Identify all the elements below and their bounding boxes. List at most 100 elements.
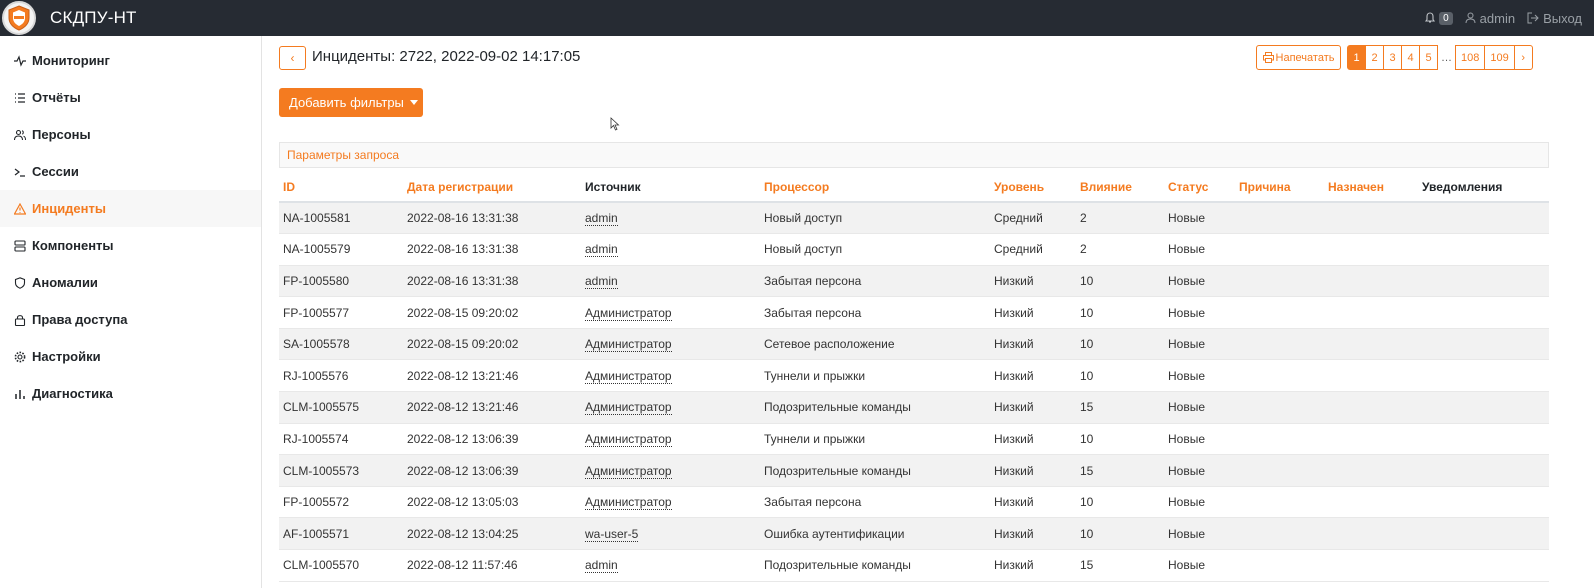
sidebar-item-diagnostics[interactable]: Диагностика [0,375,261,412]
cell-processor: Подозрительные команды [760,454,990,487]
source-link[interactable]: Администратор [585,495,672,511]
column-header-level[interactable]: Уровень [990,173,1076,203]
column-header-impact[interactable]: Влияние [1076,173,1164,203]
source-link[interactable]: admin [585,211,618,227]
next-page-button[interactable]: › [1513,45,1533,70]
cell-status: Новые [1164,391,1235,424]
column-header-assigned[interactable]: Назначен [1324,173,1418,203]
notifications-button[interactable]: 0 [1424,11,1453,25]
cell-source: admin [581,202,760,235]
cell-notifications [1418,202,1549,235]
sidebar-item-persons[interactable]: Персоны [0,116,261,153]
source-link[interactable]: wa-user-5 [585,526,639,542]
column-header-id[interactable]: ID [279,173,403,203]
app-logo[interactable] [2,1,36,35]
sidebar-item-settings[interactable]: Настройки [0,338,261,375]
cell-id: CLM-1005570 [279,549,403,582]
sidebar-item-anomalies[interactable]: Аномалии [0,264,261,301]
cell-level: Низкий [990,486,1076,519]
cell-assigned [1324,202,1418,235]
logout-button[interactable]: Выход [1527,11,1582,26]
cell-reason [1235,202,1324,235]
cell-assigned [1324,423,1418,456]
table-row[interactable]: FP-1005577 2022-08-15 09:20:02 Администрат… [279,296,1549,329]
top-bar: СКДПУ-НТ 0 admin Выход [0,0,1594,36]
page-108-button[interactable]: 108 [1455,45,1486,70]
alert-triangle-icon [13,202,27,216]
cell-level: Низкий [990,359,1076,393]
cell-date: 2022-08-16 13:31:38 [403,202,581,235]
lock-icon [13,313,27,327]
bell-icon [1425,12,1436,23]
source-link[interactable]: admin [585,273,618,289]
sidebar-item-label: Отчёты [32,90,81,105]
terminal-icon [13,165,27,179]
print-button[interactable]: Напечатать [1256,45,1341,70]
cell-source: admin [581,233,760,266]
table-row[interactable]: RJ-1005576 2022-08-12 13:21:46 Администрат… [279,359,1549,393]
user-menu[interactable]: admin [1465,11,1515,26]
cell-assigned [1324,391,1418,424]
source-link[interactable]: Администратор [585,463,672,479]
table-row[interactable]: SA-1005578 2022-08-15 09:20:02 Администрат… [279,328,1549,361]
cell-assigned [1324,233,1418,266]
back-button[interactable]: ‹ [279,46,306,70]
sidebar-item-label: Настройки [32,349,101,364]
page-109-button[interactable]: 109 [1484,45,1515,70]
source-link[interactable]: Администратор [585,431,672,447]
add-filter-button[interactable]: Добавить фильтры [279,88,423,117]
source-link[interactable]: admin [585,242,618,258]
cell-level: Низкий [990,328,1076,361]
cell-status: Новые [1164,454,1235,487]
table-row[interactable]: CLM-1005570 2022-08-12 11:57:46 admin Подоз… [279,549,1549,582]
column-header-status[interactable]: Статус [1164,173,1235,203]
table-row[interactable]: RJ-1005574 2022-08-12 13:06:39 Администрат… [279,423,1549,456]
table-row[interactable]: CLM-1005575 2022-08-12 13:21:46 Администра… [279,391,1549,424]
cell-notifications [1418,391,1549,424]
cell-source: Администратор [581,423,760,456]
column-header-reason[interactable]: Причина [1235,173,1324,203]
table-row[interactable]: AF-1005571 2022-08-12 13:04:25 wa-user-5 Ош… [279,517,1549,551]
page-1-button[interactable]: 1 [1347,45,1366,70]
table-row[interactable]: FP-1005580 2022-08-16 13:31:38 admin Забыта… [279,265,1549,298]
column-header-date[interactable]: Дата регистрации [403,173,581,203]
chevron-right-icon: › [1521,51,1526,64]
cell-status: Новые [1164,328,1235,361]
sidebar: Мониторинг Отчёты Персоны Сессии Инциден… [0,36,262,588]
table-row[interactable]: CLM-1005573 2022-08-12 13:06:39 Администра… [279,454,1549,487]
sidebar-item-monitoring[interactable]: Мониторинг [0,42,261,79]
sidebar-item-reports[interactable]: Отчёты [0,79,261,116]
query-params-panel[interactable]: Параметры запроса [279,142,1549,168]
sidebar-item-incidents[interactable]: Инциденты [0,190,261,227]
sidebar-item-components[interactable]: Компоненты [0,227,261,264]
page-4-button[interactable]: 4 [1401,45,1420,70]
source-link[interactable]: Администратор [585,368,672,384]
column-header-source: Источник [581,173,760,203]
printer-icon [1262,52,1274,63]
cell-impact: 10 [1076,296,1164,329]
sidebar-item-sessions[interactable]: Сессии [0,153,261,190]
gear-icon [13,350,27,364]
page-2-button[interactable]: 2 [1365,45,1384,70]
cell-id: RJ-1005576 [279,359,403,393]
column-header-processor[interactable]: Процессор [760,173,990,203]
table-row[interactable]: NA-1005581 2022-08-16 13:31:38 admin Новый … [279,202,1549,235]
user-icon [1465,12,1476,24]
page-3-button[interactable]: 3 [1383,45,1402,70]
source-link[interactable]: Администратор [585,305,672,321]
page-5-button[interactable]: 5 [1419,45,1438,70]
table-row[interactable]: NA-1005579 2022-08-16 13:31:38 admin Новый … [279,233,1549,266]
cell-processor: Туннели и прыжки [760,423,990,456]
cell-reason [1235,233,1324,266]
source-link[interactable]: Администратор [585,337,672,353]
cell-id: FP-1005577 [279,296,403,329]
cell-reason [1235,486,1324,519]
table-row[interactable]: FP-1005572 2022-08-12 13:05:03 Администрат… [279,486,1549,519]
users-icon [13,128,27,142]
cell-processor: Ошибка аутентификации [760,517,990,551]
main-content: ‹ Инциденты: 2722, 2022-09-02 14:17:05 Н… [262,36,1594,588]
sidebar-item-access-rights[interactable]: Права доступа [0,301,261,338]
source-link[interactable]: admin [585,558,618,574]
cell-impact: 10 [1076,517,1164,551]
source-link[interactable]: Администратор [585,400,672,416]
